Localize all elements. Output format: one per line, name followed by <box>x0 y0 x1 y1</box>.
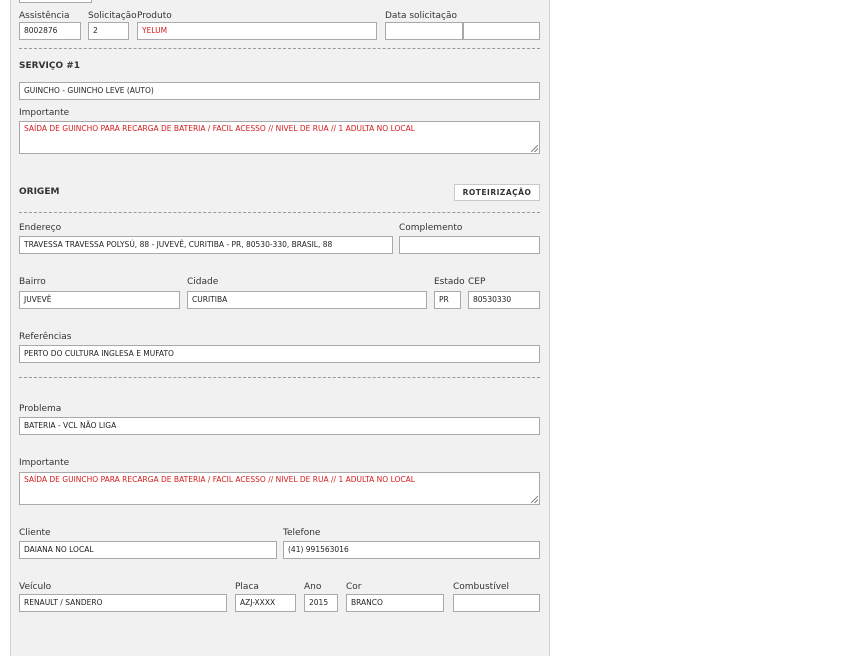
section-divider <box>19 377 540 378</box>
ano-field[interactable]: 2015 <box>304 594 338 612</box>
cliente-label: Cliente <box>19 528 51 538</box>
section-divider <box>19 48 540 49</box>
detalhes-importante-textarea[interactable]: SAÍDA DE GUINCHO PARA RECARGA DE BATERIA… <box>19 472 540 505</box>
estado-label: Estado <box>434 277 465 287</box>
roteirizacao-button[interactable]: ROTEIRIZAÇÃO <box>454 184 540 201</box>
resize-grip-icon[interactable] <box>531 145 538 152</box>
produto-label: Produto <box>137 11 172 21</box>
combustivel-label: Combustível <box>453 582 510 592</box>
importante-label: Importante <box>19 458 70 468</box>
assistencia-field[interactable]: 8002876 <box>19 22 81 40</box>
solicitacao-label: Solicitação <box>88 11 137 21</box>
cep-label: CEP <box>468 277 486 287</box>
solicitacao-field[interactable]: 2 <box>88 22 129 40</box>
cliente-field[interactable]: DAIANA NO LOCAL <box>19 541 277 559</box>
cidade-label: Cidade <box>187 277 219 287</box>
cor-label: Cor <box>346 582 362 592</box>
bairro-field[interactable]: JUVEVÊ <box>19 291 180 309</box>
problema-label: Problema <box>19 404 62 414</box>
cidade-field[interactable]: CURITIBA <box>187 291 427 309</box>
complemento-label: Complemento <box>399 223 463 233</box>
bairro-label: Bairro <box>19 277 46 287</box>
produto-field[interactable]: YELUM <box>137 22 377 40</box>
importante-label: Importante <box>19 108 70 118</box>
assistencia-label: Assistência <box>19 11 70 21</box>
detalhes-importante-text: SAÍDA DE GUINCHO PARA RECARGA DE BATERIA… <box>24 475 415 484</box>
problema-field[interactable]: BATERIA - VCL NÃO LIGA <box>19 417 540 435</box>
combustivel-field[interactable] <box>453 594 540 612</box>
top-partial-control[interactable] <box>19 0 92 3</box>
endereco-field[interactable]: TRAVESSA TRAVESSA POLYSÚ, 88 - JUVEVÊ, C… <box>19 236 393 254</box>
complemento-field[interactable] <box>399 236 540 254</box>
servico-importante-textarea[interactable]: SAÍDA DE GUINCHO PARA RECARGA DE BATERIA… <box>19 121 540 154</box>
servico-importante-text: SAÍDA DE GUINCHO PARA RECARGA DE BATERIA… <box>24 124 415 133</box>
cor-field[interactable]: BRANCO <box>346 594 444 612</box>
veiculo-label: Veículo <box>19 582 52 592</box>
placa-field[interactable]: AZJ-XXXX <box>235 594 296 612</box>
data-solicitacao-label: Data solicitação <box>385 11 458 21</box>
cep-field[interactable]: 80530330 <box>468 291 540 309</box>
data-solicitacao-time-field[interactable] <box>463 22 540 40</box>
placa-label: Placa <box>235 582 259 592</box>
estado-field[interactable]: PR <box>434 291 461 309</box>
resize-grip-icon[interactable] <box>531 496 538 503</box>
endereco-label: Endereço <box>19 223 62 233</box>
servico-title: SERVIÇO #1 <box>19 61 81 71</box>
servico-tipo-field[interactable]: GUINCHO - GUINCHO LEVE (AUTO) <box>19 82 540 100</box>
referencias-field[interactable]: PERTO DO CULTURA INGLESA E MUFATO <box>19 345 540 363</box>
referencias-label: Referências <box>19 332 72 342</box>
ano-label: Ano <box>304 582 322 592</box>
section-divider <box>19 212 540 213</box>
data-solicitacao-date-field[interactable] <box>385 22 463 40</box>
telefone-label: Telefone <box>283 528 321 538</box>
telefone-field[interactable]: (41) 991563016 <box>283 541 540 559</box>
origem-title: ORIGEM <box>19 187 60 197</box>
veiculo-field[interactable]: RENAULT / SANDERO <box>19 594 227 612</box>
